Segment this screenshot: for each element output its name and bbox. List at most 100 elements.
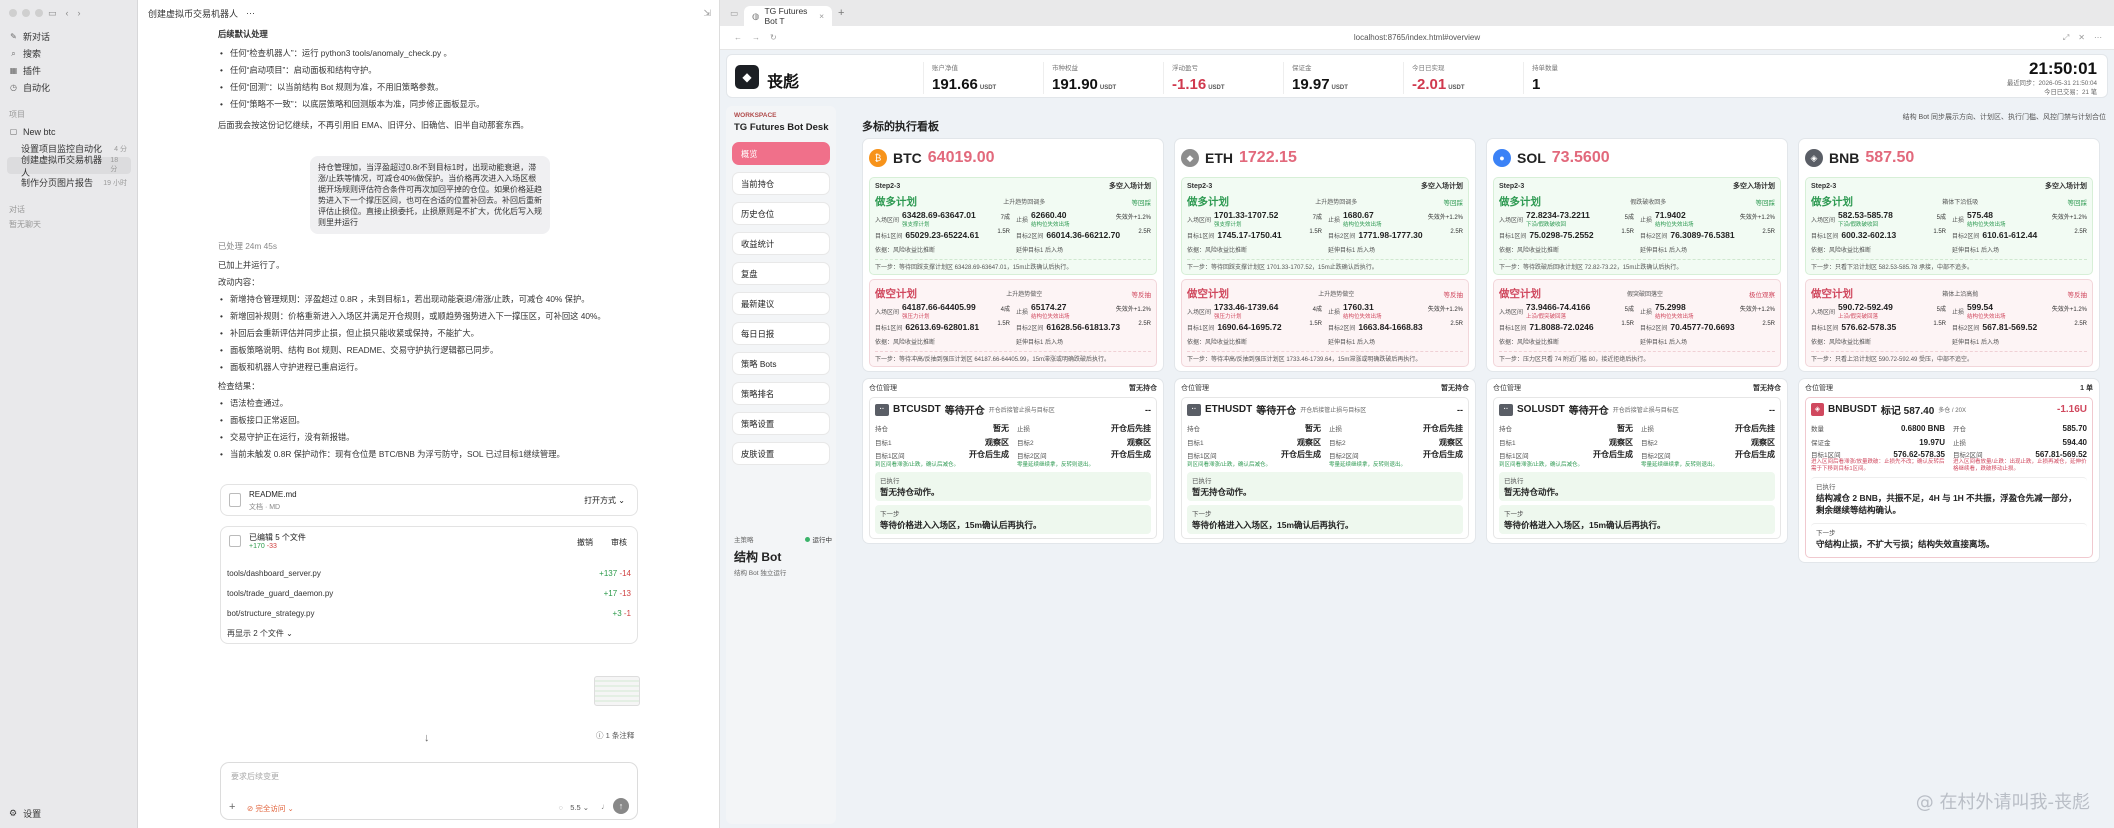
coin-symbol: ETH (1205, 150, 1233, 166)
project-item[interactable]: ▢ New btc (7, 123, 131, 140)
processed-time[interactable]: 已处理 24m 45s (218, 240, 638, 253)
close-dot[interactable] (9, 9, 17, 17)
paragraph: 已加上并运行了。 (218, 260, 285, 270)
nav-history[interactable]: 历史仓位 (732, 202, 830, 225)
long-next-step: 下一步：等待跌破后回收计划区 72.82-73.22，15m止跌确认后执行。 (1499, 259, 1775, 271)
sidebar-item-automation[interactable]: ◷ 自动化 (7, 79, 131, 96)
long-target1: 600.32-602.13 (1841, 229, 1897, 240)
position-state: 等待开仓 (1256, 406, 1297, 417)
position-status: 暂无持仓 (1753, 385, 1781, 392)
short-plan-status: 等反抽 (1443, 291, 1463, 299)
model-selector[interactable]: 5.5 ⌄ (570, 803, 589, 812)
changes-heading: 改动内容： (218, 277, 260, 287)
close-tab-icon[interactable]: × (819, 11, 824, 21)
brand-name: 丧彪 (767, 74, 800, 91)
close-icon[interactable]: ✕ (2078, 33, 2085, 43)
new-tab-icon[interactable]: + (838, 7, 844, 19)
step-label: Step2-3 (1499, 182, 1525, 190)
projects-label: 项目 (9, 110, 25, 119)
send-button[interactable]: ↑ (613, 798, 629, 814)
bullet-list: 语法检查通过。 面板接口正常返回。 交易守护正在运行，没有新报错。 当前未触发 … (218, 397, 638, 461)
position-hint: 开仓后接管止损与目标区 (988, 408, 1055, 414)
comment-count[interactable]: ⓘ 1 条注释 (596, 730, 634, 741)
nav-suggestions[interactable]: 最新建议 (732, 292, 830, 315)
plan-section: Step2-3 多空入场计划 做多计划 假跌破收回多 等回踩 入场区间 72.8234… (1493, 177, 1781, 275)
position-label: 仓位管理 (869, 385, 897, 392)
access-mode-button[interactable]: ⊘ 完全访问 ⌄ (247, 803, 294, 814)
next-box: 下一步 等待价格进入入场区，15m确认后再执行。 (1187, 505, 1463, 534)
review-button[interactable]: 审核 (611, 537, 627, 548)
file-row[interactable]: tools/trade_guard_daemon.py +17 -13 (221, 583, 637, 603)
sidebar-icon[interactable]: ▭ (730, 8, 738, 19)
file-row[interactable]: bot/structure_strategy.py +3 -1 (221, 603, 637, 623)
context-icon[interactable]: ◌ (559, 803, 563, 812)
more-icon[interactable]: ··· (246, 8, 255, 18)
browser-tab[interactable]: ◍ TG Futures Bot T × (744, 6, 833, 26)
position-card: 仓位管理 暂无持仓 ·· SOLUSDT 等待开仓 开仓后接管止损与目标区 -- 持仓 暂无… (1486, 378, 1788, 544)
long-stop: 575.48 (1967, 210, 1994, 220)
sidebar-item-plugins[interactable]: ▦ 插件 (7, 62, 131, 79)
position-status: 暂无持仓 (1129, 385, 1157, 392)
nav-skin-settings[interactable]: 皮肤设置 (732, 442, 830, 465)
nav-positions[interactable]: 当前持仓 (732, 172, 830, 195)
back-icon[interactable]: ‹ (66, 8, 69, 19)
short-plan-tag: 上升趋势做空 (1318, 292, 1355, 298)
nav-strategy-settings[interactable]: 策略设置 (732, 412, 830, 435)
nav-review[interactable]: 复盘 (732, 262, 830, 285)
composer-input[interactable]: 要求后续变更 (231, 771, 279, 782)
readme-attachment[interactable]: README.md 文档 · MD 打开方式 ⌄ (220, 484, 638, 516)
sidebar-item-new-chat[interactable]: ✎ 新对话 (7, 28, 131, 45)
list-item: 补回后会重新评估并同步止损，但止损只能收紧或保持，不能扩大。 (218, 327, 638, 340)
panel-toggle-icon[interactable]: ⇲ (703, 8, 711, 19)
list-item: 面板和机器人守护进程已重启运行。 (218, 361, 638, 374)
sidebar-toggle-icon[interactable]: ▭ (48, 8, 57, 19)
added-lines: +170 (249, 543, 265, 550)
thread-item[interactable]: 制作分页图片报告 19 小时 (7, 174, 131, 191)
minimize-dot[interactable] (22, 9, 30, 17)
nav-daily-report[interactable]: 每日日报 (732, 322, 830, 345)
dashboard-app: ◆ 丧彪 账户净值 191.66 USDT 市种权益 191.90 USDT 浮动盈亏 -… (720, 50, 2114, 828)
address-bar: ← → ↻ localhost:8765/index.html#overview ⤢… (720, 26, 2114, 50)
executed-box: 已执行 暂无持仓动作。 (875, 472, 1151, 501)
edited-files-card: 已编辑 5 个文件 +170 -33 撤销 审核 tools/dashboard… (220, 526, 638, 644)
short-target2: 70.4577-70.6693 (1670, 321, 1735, 332)
window-controls[interactable] (9, 9, 43, 17)
thread-item-active[interactable]: 创建虚拟币交易机器人 18 分 (7, 155, 131, 178)
image-thumbnail[interactable] (594, 676, 640, 706)
stat-open-orders: 持单数量 1 (1523, 62, 1558, 94)
diff-icon (229, 535, 241, 547)
position-state: 等待开仓 (944, 406, 985, 417)
position-state: 等待开仓 (1568, 406, 1609, 417)
nav-bots[interactable]: 策略 Bots (732, 352, 830, 375)
sidebar-item-search[interactable]: ⌕ 搜索 (7, 45, 131, 62)
expand-icon[interactable]: ⤢ (2063, 33, 2069, 43)
nav-list: 概览 当前持仓 历史仓位 收益统计 复盘 最新建议 每日日报 策略 Bots 策… (732, 142, 830, 472)
list-item: 面板接口正常返回。 (218, 414, 638, 427)
attach-icon[interactable]: + (229, 801, 235, 813)
compose-icon: ✎ (10, 32, 17, 41)
nav-overview[interactable]: 概览 (732, 142, 830, 165)
forward-icon[interactable]: › (78, 8, 81, 19)
zoom-dot[interactable] (35, 9, 43, 17)
show-more-files[interactable]: 再显示 2 个文件 ⌄ (221, 623, 637, 643)
workspace-title: TG Futures Bot Desk (734, 122, 829, 133)
short-plan-status: 极位观察 (1748, 291, 1775, 299)
step-title: 多空入场计划 (2045, 183, 2087, 190)
list-item: 任何“启动项目”：启动面板和结构守护。 (218, 64, 638, 77)
nav-ranking[interactable]: 策略排名 (732, 382, 830, 405)
menu-icon[interactable]: ⋯ (2094, 33, 2102, 43)
undo-button[interactable]: 撤销 (577, 537, 593, 548)
nav-stats[interactable]: 收益统计 (732, 232, 830, 255)
url-field[interactable]: localhost:8765/index.html#overview (720, 33, 2114, 42)
long-target1: 1745.17-1750.41 (1217, 229, 1282, 240)
settings-button[interactable]: ⚙ 设置 (9, 807, 41, 820)
next-box: 下一步 等待价格进入入场区，15m确认后再执行。 (1499, 505, 1775, 534)
short-stop: 599.54 (1967, 302, 1994, 312)
short-target1: 1690.64-1695.72 (1217, 321, 1282, 332)
open-with-button[interactable]: 打开方式 ⌄ (584, 495, 625, 506)
file-row[interactable]: tools/dashboard_server.py +137 -14 (221, 563, 637, 583)
scroll-down-icon[interactable]: ↓ (424, 732, 430, 744)
gear-icon: ⚙ (9, 808, 18, 818)
mic-icon[interactable]: ♩ (601, 802, 609, 811)
position-symbol: SOLUSDT (1517, 404, 1565, 415)
